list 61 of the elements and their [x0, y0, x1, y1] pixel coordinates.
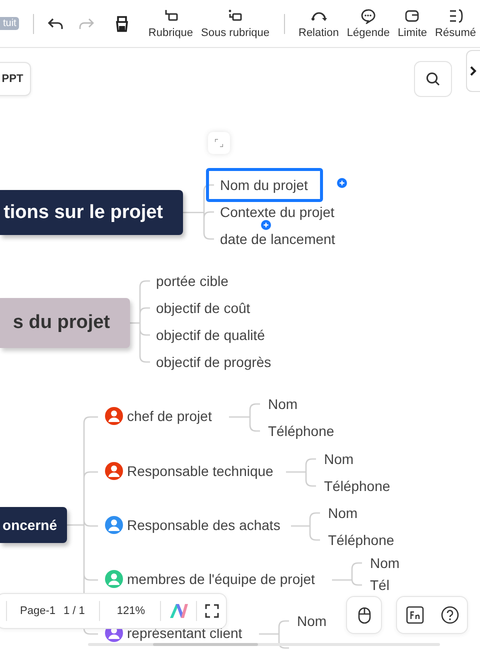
branch-connector	[290, 512, 321, 541]
role-topic[interactable]: chef de projet	[127, 408, 212, 424]
subtopic[interactable]: objectif de progrès	[156, 353, 272, 371]
subtopic[interactable]: objectif de qualité	[156, 326, 265, 344]
page-label: Page-1	[20, 605, 56, 617]
mouse-icon[interactable]	[358, 606, 370, 624]
toolbar-button[interactable]: Relation	[294, 8, 343, 39]
summary-icon	[448, 8, 464, 24]
topic-icon	[162, 8, 179, 24]
subtopic[interactable]: objectif de coût	[156, 299, 250, 317]
search-icon	[426, 72, 440, 86]
detail-topic[interactable]: Nom	[268, 395, 298, 413]
function-key-icon[interactable]	[406, 606, 424, 624]
branch-connector	[331, 562, 363, 586]
detail-topic[interactable]: Nom	[370, 554, 400, 572]
detail-topic[interactable]: Téléphone	[328, 531, 394, 549]
logo-icon[interactable]	[169, 603, 190, 619]
main-topic[interactable]: s du projet	[0, 298, 130, 348]
detail-topic[interactable]: Tél	[370, 576, 390, 594]
detail-topic[interactable]: Nom	[297, 612, 327, 630]
add-icon[interactable]	[337, 178, 347, 188]
boundary-icon	[404, 8, 420, 24]
role-topic[interactable]: Responsable technique	[127, 463, 274, 479]
branch-connector	[258, 620, 290, 649]
paint-brush-icon	[114, 14, 130, 32]
speech-bubble-icon	[360, 8, 376, 24]
subtopic[interactable]: Contexte du projet	[220, 203, 334, 221]
detail-topic[interactable]: Téléphone	[268, 422, 334, 440]
ppt-button[interactable]: PPT	[0, 62, 31, 96]
detail-topic[interactable]: Nom	[328, 504, 358, 522]
subtopic[interactable]: date de lancement	[220, 230, 336, 248]
search-button[interactable]	[414, 61, 452, 97]
branch-connector	[228, 403, 261, 432]
detail-topic[interactable]: Téléphone	[324, 477, 390, 495]
corners-icon	[215, 139, 223, 147]
role-topic[interactable]: représentant client	[127, 625, 242, 641]
subtopic-icon	[227, 8, 244, 24]
fullscreen-icon[interactable]	[205, 604, 220, 618]
chevron-icon	[470, 66, 478, 76]
role-topic[interactable]: Responsable des achats	[127, 517, 280, 533]
main-topic[interactable]: oncerné	[0, 507, 67, 543]
toolbar-button[interactable]: Rubrique	[144, 8, 198, 39]
add-icon[interactable]	[261, 220, 271, 230]
scrollbar-thumb[interactable]	[153, 643, 258, 646]
toolbar-button[interactable]: Résumé	[431, 8, 480, 39]
subtopic[interactable]: Nom du projet	[206, 168, 323, 202]
toolbar-button[interactable]: Limite	[394, 8, 432, 39]
scrollbar[interactable]	[88, 643, 440, 646]
plan-badge: tuit	[0, 17, 20, 30]
zoom-level[interactable]: 121%	[116, 605, 146, 617]
panel-toggle-button[interactable]	[466, 50, 480, 92]
help-icon[interactable]	[440, 606, 458, 624]
toolbar-button[interactable]: Légende	[342, 8, 394, 39]
branch-connector	[182, 184, 215, 240]
toolbar-button[interactable]: Sous rubrique	[197, 8, 274, 39]
page-count: 1 / 1	[63, 605, 85, 617]
role-topic[interactable]: membres de l'équipe de projet	[127, 571, 315, 587]
main-topic[interactable]: tions sur le projet	[0, 190, 183, 235]
detail-topic[interactable]: Nom	[324, 450, 354, 468]
subtopic[interactable]: portée cible	[156, 272, 228, 290]
branch-connector	[285, 458, 317, 487]
